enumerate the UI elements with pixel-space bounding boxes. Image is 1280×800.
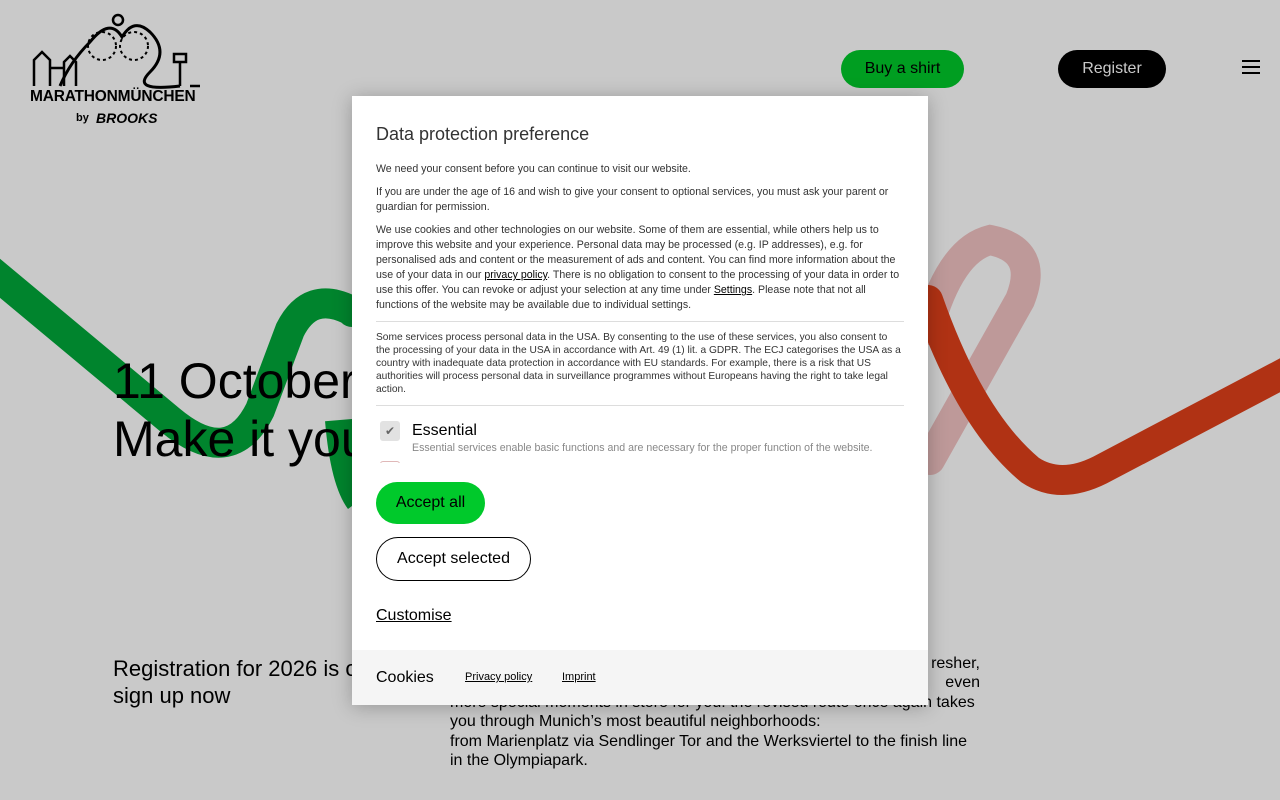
divider xyxy=(376,321,904,322)
settings-link[interactable]: Settings xyxy=(714,284,752,296)
service-description: Essential services enable basic function… xyxy=(412,442,873,454)
usa-notice: Some services process personal data in t… xyxy=(376,332,901,395)
customise-link[interactable]: Customise xyxy=(376,607,452,625)
accept-selected-button[interactable]: Accept selected xyxy=(376,537,531,581)
service-name: Essential xyxy=(412,422,477,439)
age-notice: If you are under the age of 16 and wish … xyxy=(376,186,889,213)
dialog-footer: Cookies Privacy policy Imprint xyxy=(352,650,928,705)
privacy-policy-link[interactable]: privacy policy xyxy=(484,269,547,281)
dialog-content[interactable]: We need your consent before you can cont… xyxy=(376,162,904,415)
essential-checkbox[interactable]: ✔ xyxy=(380,421,400,441)
accept-all-button[interactable]: Accept all xyxy=(376,482,485,524)
consent-dialog: Data protection preference We need your … xyxy=(352,96,928,705)
footer-privacy-link[interactable]: Privacy policy xyxy=(465,671,532,683)
cookie-explanation: We use cookies and other technologies on… xyxy=(376,223,904,313)
footer-title: Cookies xyxy=(376,669,434,686)
service-group-essential: ✔ Essential Essential services enable ba… xyxy=(376,421,904,463)
divider xyxy=(376,405,904,406)
footer-imprint-link[interactable]: Imprint xyxy=(562,671,596,683)
consent-intro: We need your consent before you can cont… xyxy=(376,163,691,175)
check-icon: ✔ xyxy=(384,424,396,438)
next-service-checkbox[interactable] xyxy=(380,461,400,463)
dialog-title: Data protection preference xyxy=(376,124,590,144)
